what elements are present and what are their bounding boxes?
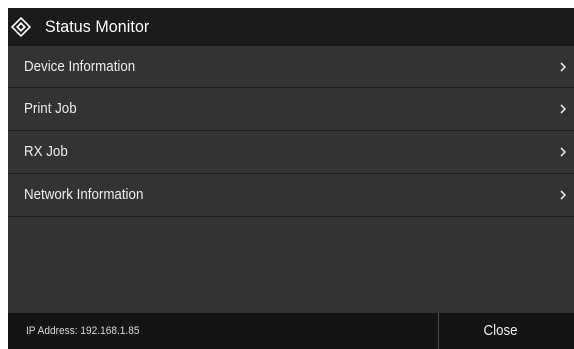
menu-item-print-job[interactable]: Print Job [8,88,574,131]
menu-item-rx-job[interactable]: RX Job [8,131,574,174]
title-bar: Status Monitor [8,8,574,46]
ip-address-text: IP Address: 192.168.1.85 [26,325,140,337]
status-monitor-screen: Status Monitor Device Information Print … [8,8,574,349]
page-title: Status Monitor [45,17,150,36]
menu-item-label: Network Information [24,187,144,203]
menu-item-network-information[interactable]: Network Information [8,174,574,217]
chevron-right-icon [556,188,570,202]
menu-item-device-information[interactable]: Device Information [8,46,574,88]
menu-item-label: Print Job [24,101,77,117]
chevron-right-icon [556,60,570,74]
chevron-right-icon [556,145,570,159]
close-button-label: Close [483,323,519,339]
chevron-right-icon [556,102,570,116]
menu-item-label: RX Job [24,144,68,160]
footer-bar: IP Address: 192.168.1.85 Close [8,313,574,349]
close-button[interactable]: Close [439,313,574,349]
status-menu: Device Information Print Job RX Job Netw… [8,46,574,217]
status-monitor-icon [11,17,31,37]
menu-item-label: Device Information [24,58,136,75]
